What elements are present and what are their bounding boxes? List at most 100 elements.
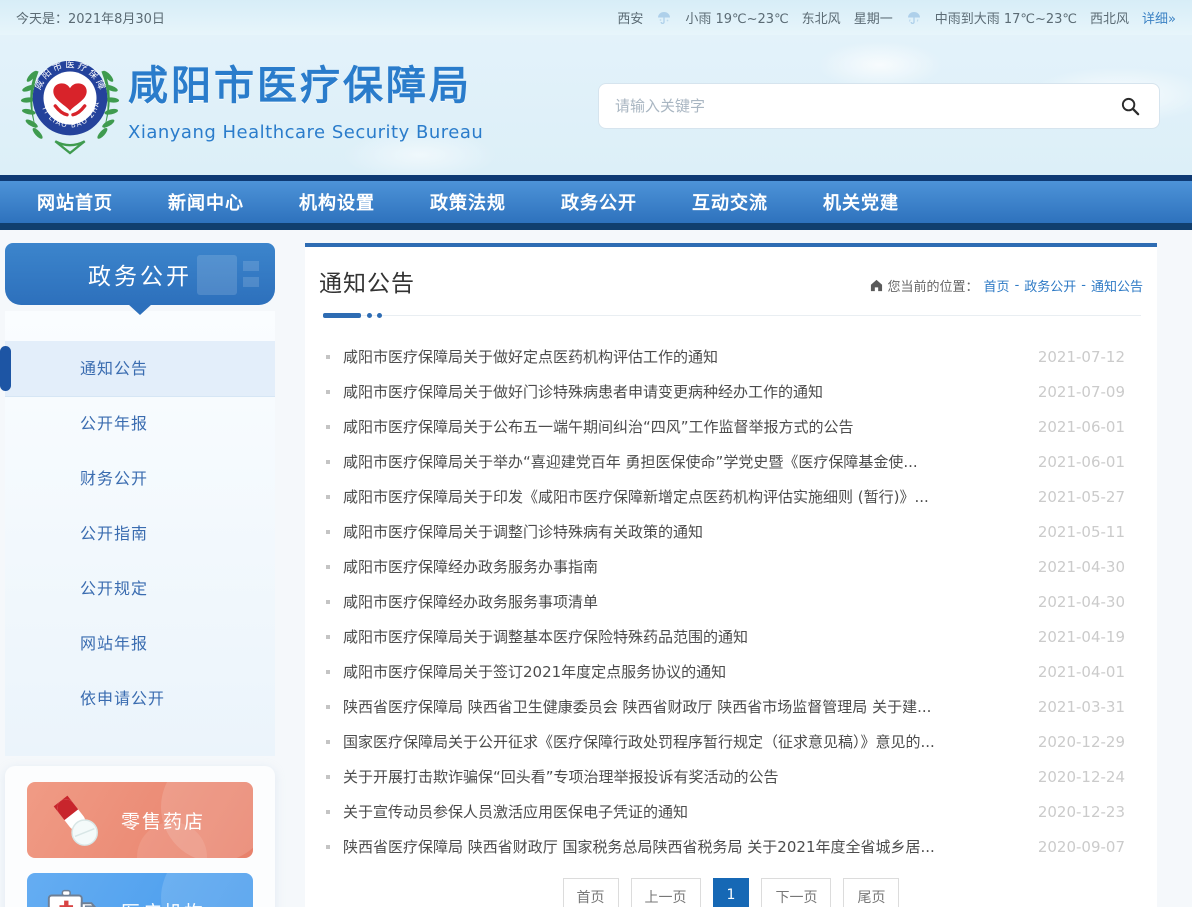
bullet-icon	[326, 635, 330, 639]
topbar: 今天是：2021年8月30日 西安 小雨 19℃~23℃ 东北风 星期一 中雨到…	[0, 0, 1192, 35]
notice-list-item[interactable]: 咸阳市医疗保障局关于做好定点医药机构评估工作的通知 2021-07-12	[319, 339, 1143, 374]
notice-date: 2021-03-31	[1029, 698, 1125, 716]
notice-date: 2020-12-29	[1029, 733, 1125, 751]
notice-date: 2021-07-09	[1029, 383, 1125, 401]
notice-list: 咸阳市医疗保障局关于做好定点医药机构评估工作的通知 2021-07-12 咸阳市…	[319, 339, 1143, 864]
sidebar-title: 政务公开	[5, 243, 275, 305]
bullet-icon	[326, 565, 330, 569]
breadcrumb-link-current[interactable]: 通知公告	[1091, 276, 1143, 295]
notice-list-item[interactable]: 咸阳市医疗保障经办政务服务事项清单 2021-04-30	[319, 584, 1143, 619]
nav-item[interactable]: 政策法规	[407, 181, 529, 223]
notice-title: 陕西省医疗保障局 陕西省卫生健康委员会 陕西省财政厅 陕西省市场监督管理局 关于…	[343, 696, 1029, 717]
main-content: 通知公告 您当前的位置： 首页 - 政务公开 - 通知公告 咸阳市医疗保障局关于…	[305, 243, 1157, 907]
notice-title: 咸阳市医疗保障局关于做好定点医药机构评估工作的通知	[343, 346, 1029, 367]
notice-date: 2021-04-19	[1029, 628, 1125, 646]
breadcrumb: 您当前的位置： 首页 - 政务公开 - 通知公告	[870, 276, 1143, 298]
weather-desc-2: 中雨到大雨 17℃~23℃	[935, 8, 1077, 27]
sidebar-menu-item[interactable]: 网站年报	[5, 616, 275, 671]
weather-detail-link[interactable]: 详细»	[1142, 8, 1176, 27]
pagination-page-1-button[interactable]: 1	[713, 878, 750, 907]
bullet-icon	[326, 390, 330, 394]
nav-item[interactable]: 新闻中心	[145, 181, 267, 223]
pagination-prev-button[interactable]: 上一页	[631, 878, 701, 907]
bullet-icon	[326, 530, 330, 534]
bullet-icon	[326, 425, 330, 429]
notice-list-item[interactable]: 关于开展打击欺诈骗保“回头看”专项治理举报投诉有奖活动的公告 2020-12-2…	[319, 759, 1143, 794]
notice-title: 咸阳市医疗保障局关于签订2021年度定点服务协议的通知	[343, 661, 1029, 682]
nav-item[interactable]: 互动交流	[669, 181, 791, 223]
bullet-icon	[326, 810, 330, 814]
notice-list-item[interactable]: 咸阳市医疗保障局关于举办“喜迎建党百年 勇担医保使命”学党史暨《医疗保障基金使.…	[319, 444, 1143, 479]
notice-date: 2020-12-23	[1029, 803, 1125, 821]
sidebar-menu-item[interactable]: 财务公开	[5, 451, 275, 506]
sidebar-menu-item[interactable]: 公开规定	[5, 561, 275, 616]
sidebar: 政务公开 通知公告 公开年报 财务公开 公开指南 公开规定 网站年报 依申请公开	[5, 243, 275, 907]
notice-list-item[interactable]: 陕西省医疗保障局 陕西省卫生健康委员会 陕西省财政厅 陕西省市场监督管理局 关于…	[319, 689, 1143, 724]
site-subtitle: Xianyang Healthcare Security Bureau	[128, 122, 483, 143]
notice-list-item[interactable]: 咸阳市医疗保障局关于调整基本医疗保险特殊药品范围的通知 2021-04-19	[319, 619, 1143, 654]
search-icon[interactable]	[1117, 93, 1143, 119]
bureau-logo-icon: 咸阳市医疗保障局 YI LIAO BAO ZHANG	[16, 44, 124, 158]
notice-list-item[interactable]: 咸阳市医疗保障局关于做好门诊特殊病患者申请变更病种经办工作的通知 2021-07…	[319, 374, 1143, 409]
nav-item[interactable]: 网站首页	[14, 181, 136, 223]
nav-item[interactable]: 政务公开	[538, 181, 660, 223]
site-title: 咸阳市医疗保障局	[128, 53, 483, 111]
notice-title: 咸阳市医疗保障局关于印发《咸阳市医疗保障新增定点医药机构评估实施细则 (暂行)》…	[343, 486, 1029, 507]
notice-list-item[interactable]: 咸阳市医疗保障经办政务服务办事指南 2021-04-30	[319, 549, 1143, 584]
notice-date: 2020-09-07	[1029, 838, 1125, 856]
notice-list-item[interactable]: 咸阳市医疗保障局关于印发《咸阳市医疗保障新增定点医药机构评估实施细则 (暂行)》…	[319, 479, 1143, 514]
bullet-icon	[326, 355, 330, 359]
search-box	[598, 83, 1160, 129]
bullet-icon	[326, 600, 330, 604]
notice-title: 咸阳市医疗保障局关于举办“喜迎建党百年 勇担医保使命”学党史暨《医疗保障基金使.…	[343, 451, 1029, 472]
pagination-first-button[interactable]: 首页	[563, 878, 619, 907]
breadcrumb-prefix: 您当前的位置：	[888, 276, 979, 295]
heavy-rain-icon	[906, 10, 922, 26]
weather-day: 星期一	[854, 8, 893, 27]
newspaper-icon	[197, 255, 261, 295]
notice-list-item[interactable]: 咸阳市医疗保障局关于签订2021年度定点服务协议的通知 2021-04-01	[319, 654, 1143, 689]
notice-date: 2021-07-12	[1029, 348, 1125, 366]
sidebar-menu-item[interactable]: 通知公告	[5, 341, 275, 396]
nav-item[interactable]: 机构设置	[276, 181, 398, 223]
ambulance-icon	[43, 880, 105, 907]
sidebar-menu-item[interactable]: 依申请公开	[5, 671, 275, 726]
breadcrumb-link-home[interactable]: 首页	[984, 276, 1010, 295]
nav-item[interactable]: 机关党建	[800, 181, 922, 223]
bullet-icon	[326, 670, 330, 674]
notice-date: 2021-06-01	[1029, 418, 1125, 436]
notice-date: 2021-04-30	[1029, 558, 1125, 576]
pagination-last-button[interactable]: 尾页	[843, 878, 899, 907]
notice-title: 咸阳市医疗保障局关于调整门诊特殊病有关政策的通知	[343, 521, 1029, 542]
notice-list-item[interactable]: 咸阳市医疗保障局关于调整门诊特殊病有关政策的通知 2021-05-11	[319, 514, 1143, 549]
notice-date: 2021-04-30	[1029, 593, 1125, 611]
notice-list-item[interactable]: 咸阳市医疗保障局关于公布五一端午期间纠治“四风”工作监督举报方式的公告 2021…	[319, 409, 1143, 444]
pagination-next-button[interactable]: 下一页	[761, 878, 831, 907]
sidebar-menu-item[interactable]: 公开年报	[5, 396, 275, 451]
medical-institution-card[interactable]: 医疗机构	[27, 873, 253, 907]
weather-wind-1: 东北风	[802, 8, 841, 27]
sidebar-menu-item[interactable]: 公开指南	[5, 506, 275, 561]
retail-pharmacy-card[interactable]: 零售药店	[27, 782, 253, 858]
page-title: 通知公告	[319, 264, 415, 298]
notice-date: 2021-05-27	[1029, 488, 1125, 506]
site-header: 咸阳市医疗保障局 YI LIAO BAO ZHANG 咸阳市医疗保障局 Xian…	[0, 35, 1192, 175]
pill-icon	[43, 789, 105, 851]
bullet-icon	[326, 705, 330, 709]
notice-title: 咸阳市医疗保障局关于公布五一端午期间纠治“四风”工作监督举报方式的公告	[343, 416, 1029, 437]
search-input[interactable]	[615, 97, 1117, 115]
notice-title: 国家医疗保障局关于公开征求《医疗保障行政处罚程序暂行规定（征求意见稿）》意见的.…	[343, 731, 1029, 752]
notice-title: 关于开展打击欺诈骗保“回头看”专项治理举报投诉有奖活动的公告	[343, 766, 1029, 787]
notice-title: 咸阳市医疗保障局关于做好门诊特殊病患者申请变更病种经办工作的通知	[343, 381, 1029, 402]
bullet-icon	[326, 740, 330, 744]
notice-title: 咸阳市医疗保障局关于调整基本医疗保险特殊药品范围的通知	[343, 626, 1029, 647]
page-body: 政务公开 通知公告 公开年报 财务公开 公开指南 公开规定 网站年报 依申请公开	[0, 230, 1192, 907]
notice-list-item[interactable]: 陕西省医疗保障局 陕西省财政厅 国家税务总局陕西省税务局 关于2021年度全省城…	[319, 829, 1143, 864]
notice-title: 咸阳市医疗保障经办政务服务事项清单	[343, 591, 1029, 612]
notice-list-item[interactable]: 国家医疗保障局关于公开征求《医疗保障行政处罚程序暂行规定（征求意见稿）》意见的.…	[319, 724, 1143, 759]
notice-date: 2021-05-11	[1029, 523, 1125, 541]
notice-list-item[interactable]: 关于宣传动员参保人员激活应用医保电子凭证的通知 2020-12-23	[319, 794, 1143, 829]
weather-desc-1: 小雨 19℃~23℃	[685, 8, 788, 27]
bullet-icon	[326, 495, 330, 499]
breadcrumb-link-section[interactable]: 政务公开	[1024, 276, 1076, 295]
